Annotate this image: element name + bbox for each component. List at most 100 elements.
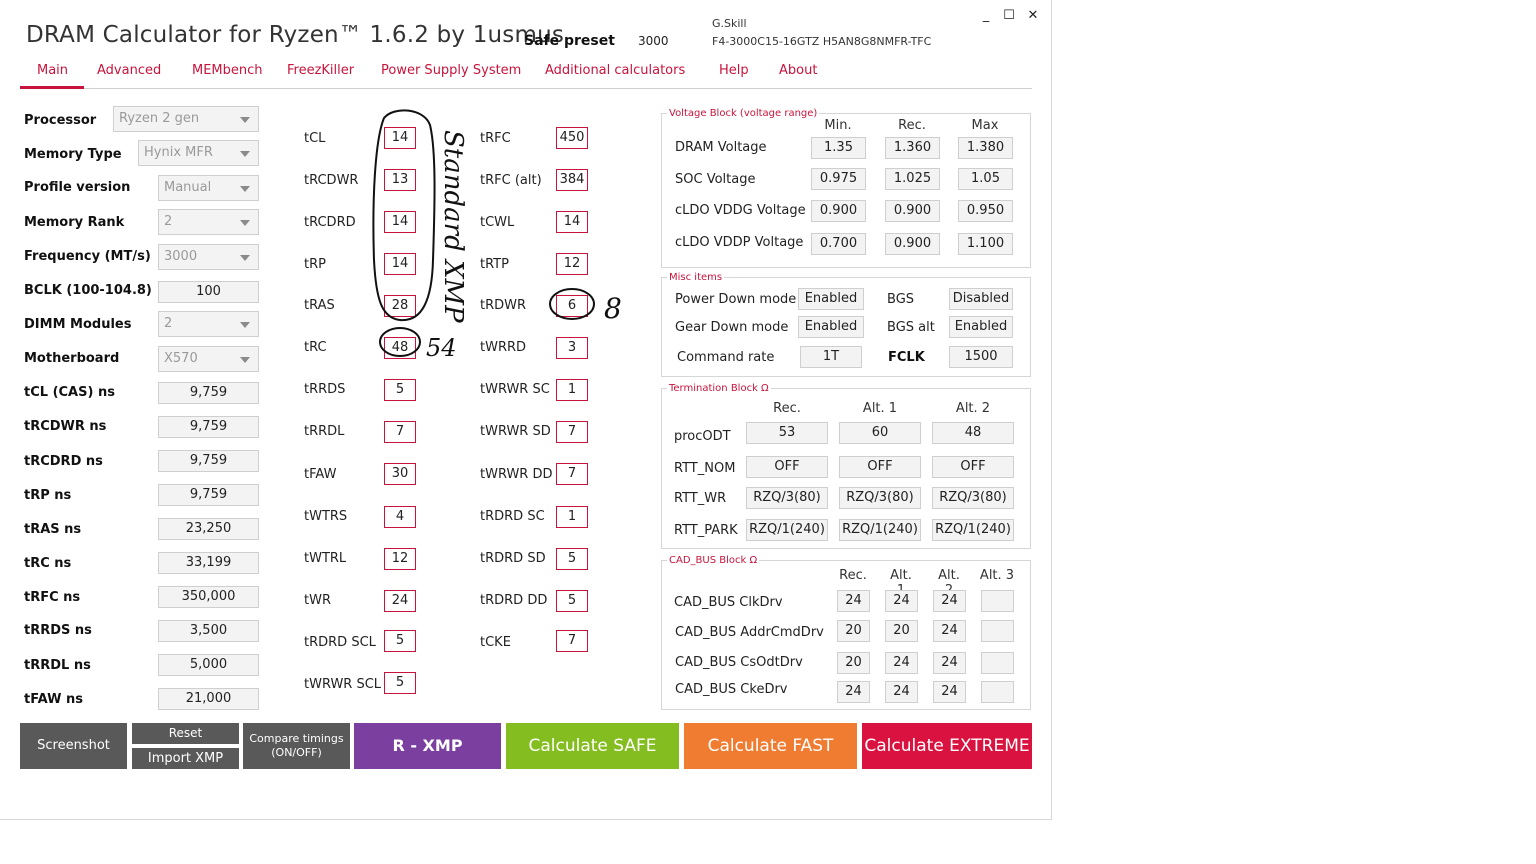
timing-value-trdrd-sc[interactable]: 1 xyxy=(556,506,588,528)
soc-voltage-rec: 1.025 xyxy=(885,168,940,190)
handwritten-note-trdwr: 8 xyxy=(604,292,622,325)
timing-value-tfaw[interactable]: 30 xyxy=(384,463,416,485)
timing-label-trfc-alt: tRFC (alt) xyxy=(480,173,542,188)
timing-value-tcl[interactable]: 14 xyxy=(384,127,416,149)
cad-addrcmddrv-alt2: 24 xyxy=(933,620,966,642)
tab-main[interactable]: Main xyxy=(37,63,68,78)
minimize-button[interactable]: _ xyxy=(976,8,996,24)
dram-voltage-min: 1.35 xyxy=(811,137,866,159)
tab-about[interactable]: About xyxy=(779,63,817,78)
dram-voltage-label: DRAM Voltage xyxy=(675,140,767,155)
fclk-value[interactable]: 1500 xyxy=(949,346,1013,368)
reset-button[interactable]: Reset xyxy=(132,723,239,744)
procodt-rec: 53 xyxy=(746,422,828,444)
close-button[interactable]: ✕ xyxy=(1023,8,1043,24)
rtt-park-alt1: RZQ/1(240) xyxy=(839,519,921,541)
timing-value-trtp[interactable]: 12 xyxy=(556,253,588,275)
import-xmp-button[interactable]: Import XMP xyxy=(132,748,239,769)
timing-label-trrdl: tRRDL xyxy=(304,424,345,439)
timing-label-trdrd-dd: tRDRD DD xyxy=(480,593,548,608)
memory-rank-select[interactable]: 2 xyxy=(158,209,259,235)
cad-addrcmddrv-alt1: 20 xyxy=(885,620,918,642)
frequency-select[interactable]: 3000 xyxy=(158,244,259,270)
trrdl-ns-value: 5,000 xyxy=(158,654,259,676)
calculate-fast-button[interactable]: Calculate FAST xyxy=(684,723,857,769)
processor-select[interactable]: Ryzen 2 gen xyxy=(113,106,259,132)
tras-ns-label: tRAS ns xyxy=(24,522,82,537)
trc-ns-value: 33,199 xyxy=(158,552,259,574)
dimm-modules-select[interactable]: 2 xyxy=(158,311,259,337)
timing-value-tras[interactable]: 28 xyxy=(384,295,416,317)
cad-bus-block-title: CAD_BUS Block Ω xyxy=(667,555,760,566)
rtt-park-label: RTT_PARK xyxy=(674,523,738,538)
cad-addrcmddrv-rec: 20 xyxy=(837,620,870,642)
profile-version-value: Manual xyxy=(164,180,212,195)
tab-power-supply-system[interactable]: Power Supply System xyxy=(381,63,521,78)
timing-value-twr[interactable]: 24 xyxy=(384,590,416,612)
timing-value-trrdl[interactable]: 7 xyxy=(384,421,416,443)
command-rate-label: Command rate xyxy=(677,350,775,365)
tcl-ns-value: 9,759 xyxy=(158,382,259,404)
r-xmp-button[interactable]: R - XMP xyxy=(354,723,501,769)
profile-version-select[interactable]: Manual xyxy=(158,175,259,201)
maximize-button[interactable]: ☐ xyxy=(999,8,1019,24)
command-rate-value[interactable]: 1T xyxy=(800,346,862,368)
handwritten-note-vertical: Standard XMP xyxy=(438,130,468,323)
voltage-header-rec: Rec. xyxy=(898,118,926,133)
gear-down-value[interactable]: Enabled xyxy=(798,316,864,338)
timing-value-trdrd-scl[interactable]: 5 xyxy=(384,630,416,652)
calculate-extreme-button[interactable]: Calculate EXTREME xyxy=(862,723,1032,769)
safe-preset-value: 3000 xyxy=(638,34,669,48)
tab-help[interactable]: Help xyxy=(719,63,749,78)
rtt-wr-alt1: RZQ/3(80) xyxy=(839,487,921,509)
chevron-down-icon xyxy=(240,117,250,123)
trrds-ns-label: tRRDS ns xyxy=(24,623,92,638)
cad-clkdrv-alt2: 24 xyxy=(933,590,966,612)
timing-label-tras: tRAS xyxy=(304,298,335,313)
timing-label-twr: tWR xyxy=(304,593,331,608)
timing-value-trdwr[interactable]: 6 xyxy=(556,295,588,317)
chevron-down-icon xyxy=(240,220,250,226)
timing-value-twtrs[interactable]: 4 xyxy=(384,506,416,528)
timing-value-twtrl[interactable]: 12 xyxy=(384,548,416,570)
timing-value-trp[interactable]: 14 xyxy=(384,253,416,275)
memory-type-select[interactable]: Hynix MFR xyxy=(138,140,259,166)
timing-value-tcke[interactable]: 7 xyxy=(556,630,588,652)
cad-csodtdrv-rec: 20 xyxy=(837,652,870,674)
screenshot-button[interactable]: Screenshot xyxy=(20,723,127,769)
timing-value-trc[interactable]: 48 xyxy=(384,337,416,359)
timing-value-tcwl[interactable]: 14 xyxy=(556,211,588,233)
tab-advanced[interactable]: Advanced xyxy=(97,63,161,78)
timing-value-trdrd-sd[interactable]: 5 xyxy=(556,548,588,570)
timing-value-trdrd-dd[interactable]: 5 xyxy=(556,590,588,612)
timing-value-trfc-alt[interactable]: 384 xyxy=(556,169,588,191)
cad-clkdrv-label: CAD_BUS ClkDrv xyxy=(674,595,783,610)
rtt-wr-alt2: RZQ/3(80) xyxy=(932,487,1014,509)
timing-value-trcdrd[interactable]: 14 xyxy=(384,211,416,233)
timing-label-trrds: tRRDS xyxy=(304,382,346,397)
calculate-safe-button[interactable]: Calculate SAFE xyxy=(506,723,679,769)
bgs-alt-value[interactable]: Enabled xyxy=(949,316,1013,338)
tab-membench[interactable]: MEMbench xyxy=(192,63,263,78)
vddg-voltage-max: 0.950 xyxy=(958,200,1013,222)
bgs-value[interactable]: Disabled xyxy=(949,288,1013,310)
timing-value-twrwr-scl[interactable]: 5 xyxy=(384,672,416,694)
cad-csodtdrv-alt2: 24 xyxy=(933,652,966,674)
power-down-value[interactable]: Enabled xyxy=(798,288,864,310)
bclk-input[interactable]: 100 xyxy=(158,281,259,303)
timing-label-twrwr-sc: tWRWR SC xyxy=(480,382,550,397)
timing-value-twrwr-sc[interactable]: 1 xyxy=(556,379,588,401)
tab-additional-calculators[interactable]: Additional calculators xyxy=(545,63,685,78)
motherboard-select[interactable]: X570 xyxy=(158,346,259,372)
cad-ckedrv-alt1: 24 xyxy=(885,681,918,703)
rtt-park-alt2: RZQ/1(240) xyxy=(932,519,1014,541)
tab-freezkiller[interactable]: FreezKiller xyxy=(287,63,354,78)
timing-value-trcdwr[interactable]: 13 xyxy=(384,169,416,191)
timing-value-trrds[interactable]: 5 xyxy=(384,379,416,401)
timing-value-twrwr-dd[interactable]: 7 xyxy=(556,463,588,485)
timing-value-twrwr-sd[interactable]: 7 xyxy=(556,421,588,443)
soc-voltage-min: 0.975 xyxy=(811,168,866,190)
timing-value-twrrd[interactable]: 3 xyxy=(556,337,588,359)
timing-value-trfc[interactable]: 450 xyxy=(556,127,588,149)
compare-timings-button[interactable]: Compare timings (ON/OFF) xyxy=(243,723,350,769)
